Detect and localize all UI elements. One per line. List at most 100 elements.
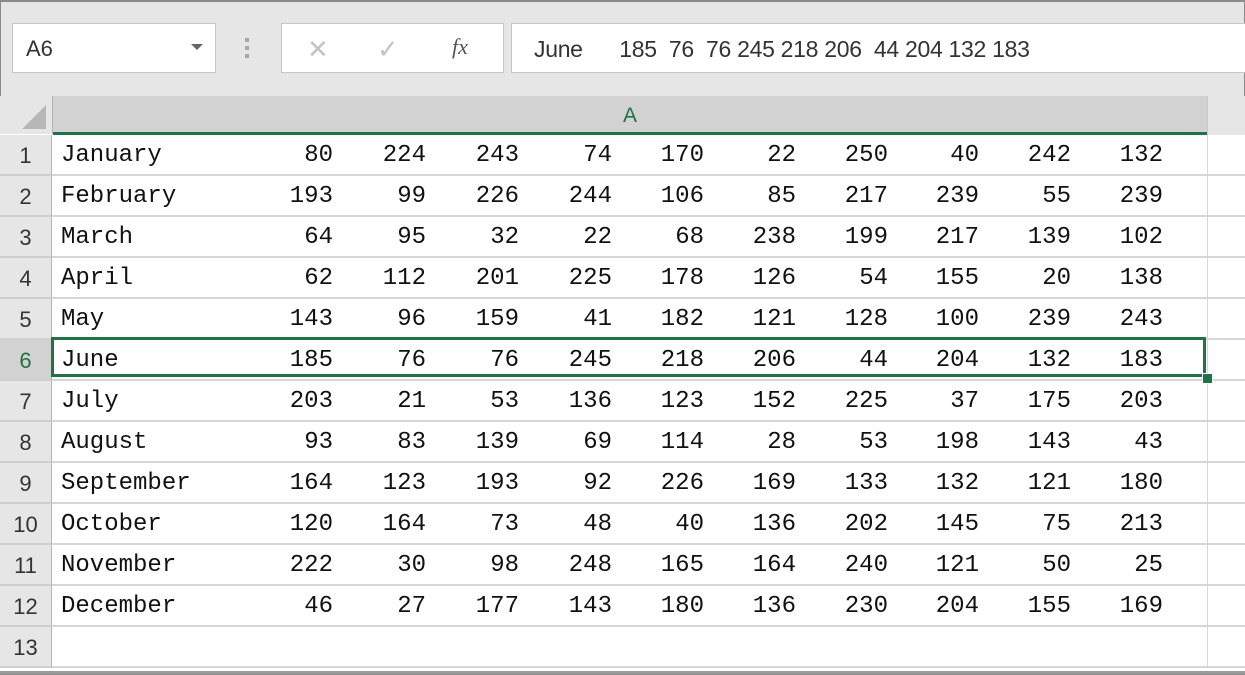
cell-value: 53 <box>859 429 888 456</box>
column-header-empty[interactable] <box>1207 96 1245 135</box>
cell-value: 102 <box>1119 224 1163 251</box>
table-row: 8 August 93 83 139 69 114 28 53 198 143 43 <box>0 422 1245 463</box>
cell-a6[interactable]: June 185 76 76 245 218 206 44 204 132 183 <box>53 340 1208 379</box>
cell-a13[interactable] <box>53 627 1208 666</box>
cell-value: 62 <box>304 265 333 292</box>
row-header[interactable]: 5 <box>0 299 52 340</box>
row-header[interactable]: 9 <box>0 463 52 504</box>
cell-month: July <box>61 388 119 415</box>
cell-value: 242 <box>1027 142 1071 169</box>
row-header[interactable]: 2 <box>0 176 52 217</box>
cell-a7[interactable]: July 203 21 53 136 123 152 225 37 175 203 <box>53 381 1208 420</box>
cell-value: 198 <box>935 429 979 456</box>
cell-a5[interactable]: May 143 96 159 41 182 121 128 100 239 243 <box>53 299 1208 338</box>
cell-value: 143 <box>1027 429 1071 456</box>
cell-value: 121 <box>752 306 796 333</box>
cell-a11[interactable]: November 222 30 98 248 165 164 240 121 50 25 <box>53 545 1208 584</box>
cell-value: 204 <box>935 347 979 374</box>
check-icon[interactable]: ✓ <box>377 34 399 65</box>
cell-value: 136 <box>752 511 796 538</box>
insert-function-icon[interactable]: fx <box>452 34 468 60</box>
cell-value: 27 <box>397 593 426 620</box>
cell-value: 20 <box>1042 265 1071 292</box>
cell-a10[interactable]: October 120 164 73 48 40 136 202 145 75 213 <box>53 504 1208 543</box>
cell-value: 106 <box>660 183 704 210</box>
cell-value: 243 <box>1119 306 1163 333</box>
cell-value: 143 <box>568 593 612 620</box>
cancel-icon[interactable]: ✕ <box>307 34 329 65</box>
cell-value: 202 <box>844 511 888 538</box>
cell-value: 40 <box>950 142 979 169</box>
row-header[interactable]: 13 <box>0 627 52 668</box>
column-header-a[interactable]: A <box>53 96 1207 135</box>
cell-value: 224 <box>382 142 426 169</box>
cell-value: 177 <box>475 593 519 620</box>
cell-value: 64 <box>304 224 333 251</box>
formula-bar-value[interactable]: June 185 76 76 245 218 206 44 204 132 18… <box>534 36 1030 63</box>
cell-value: 152 <box>752 388 796 415</box>
cell-value: 22 <box>583 224 612 251</box>
select-all-button[interactable] <box>0 96 53 134</box>
table-row: 1 January 80 224 243 74 170 22 250 40 242 132 <box>0 135 1245 176</box>
row-number: 9 <box>19 471 32 496</box>
cell-a4[interactable]: April 62 112 201 225 178 126 54 155 20 138 <box>53 258 1208 297</box>
name-box[interactable]: A6 <box>12 23 216 73</box>
cell-month: September <box>61 470 191 497</box>
cell-a1[interactable]: January 80 224 243 74 170 22 250 40 242 132 <box>53 135 1208 174</box>
cell-value: 53 <box>490 388 519 415</box>
cell-month: February <box>61 183 177 210</box>
row-header[interactable]: 1 <box>0 135 52 176</box>
cell-value: 93 <box>304 429 333 456</box>
row-number: 12 <box>13 594 38 619</box>
row-number: 2 <box>19 184 32 209</box>
cell-value: 138 <box>1119 265 1163 292</box>
formula-bar[interactable]: June 185 76 76 245 218 206 44 204 132 18… <box>511 23 1245 73</box>
row-header[interactable]: 11 <box>0 545 52 586</box>
row-header[interactable]: 7 <box>0 381 52 422</box>
cell-a9[interactable]: September 164 123 193 92 226 169 133 132 121 180 <box>53 463 1208 502</box>
cell-a12[interactable]: December 46 27 177 143 180 136 230 204 155 169 <box>53 586 1208 625</box>
row-header[interactable]: 8 <box>0 422 52 463</box>
cell-value: 123 <box>660 388 704 415</box>
cell-a8[interactable]: August 93 83 139 69 114 28 53 198 143 43 <box>53 422 1208 461</box>
cell-month: January <box>61 142 162 169</box>
cell-value: 30 <box>397 552 426 579</box>
cell-value: 92 <box>583 470 612 497</box>
row-number: 5 <box>19 307 32 332</box>
cell-value: 238 <box>752 224 796 251</box>
cell-value: 145 <box>935 511 979 538</box>
row-number: 7 <box>19 389 32 414</box>
name-box-value[interactable]: A6 <box>26 36 53 62</box>
cell-value: 143 <box>289 306 333 333</box>
row-number: 6 <box>19 348 32 373</box>
cell-value: 193 <box>289 183 333 210</box>
cell-month: June <box>61 347 119 374</box>
cell-value: 99 <box>397 183 426 210</box>
cell-a2[interactable]: February 193 99 226 244 106 85 217 239 55 239 <box>53 176 1208 215</box>
cell-value: 73 <box>490 511 519 538</box>
chevron-down-icon[interactable] <box>191 44 203 50</box>
row-number: 8 <box>19 430 32 455</box>
cell-month: April <box>61 265 134 292</box>
drag-handle-icon[interactable] <box>245 38 250 60</box>
table-row: 11 November 222 30 98 248 165 164 240 121 50 25 <box>0 545 1245 586</box>
cell-value: 32 <box>490 224 519 251</box>
cell-value: 165 <box>660 552 704 579</box>
row-header[interactable]: 3 <box>0 217 52 258</box>
row-header[interactable]: 4 <box>0 258 52 299</box>
cell-a3[interactable]: March 64 95 32 22 68 238 199 217 139 102 <box>53 217 1208 256</box>
cell-value: 226 <box>660 470 704 497</box>
cell-value: 132 <box>1027 347 1071 374</box>
cell-value: 46 <box>304 593 333 620</box>
row-header[interactable]: 6 <box>0 340 52 381</box>
cell-value: 203 <box>289 388 333 415</box>
cell-value: 139 <box>1027 224 1071 251</box>
cell-value: 240 <box>844 552 888 579</box>
select-all-icon <box>22 105 46 129</box>
row-header[interactable]: 12 <box>0 586 52 627</box>
table-row: 12 December 46 27 177 143 180 136 230 204 155 169 <box>0 586 1245 627</box>
fill-handle[interactable] <box>1202 373 1213 384</box>
cell-value: 132 <box>935 470 979 497</box>
row-header[interactable]: 10 <box>0 504 52 545</box>
table-row: 13 <box>0 627 1245 668</box>
